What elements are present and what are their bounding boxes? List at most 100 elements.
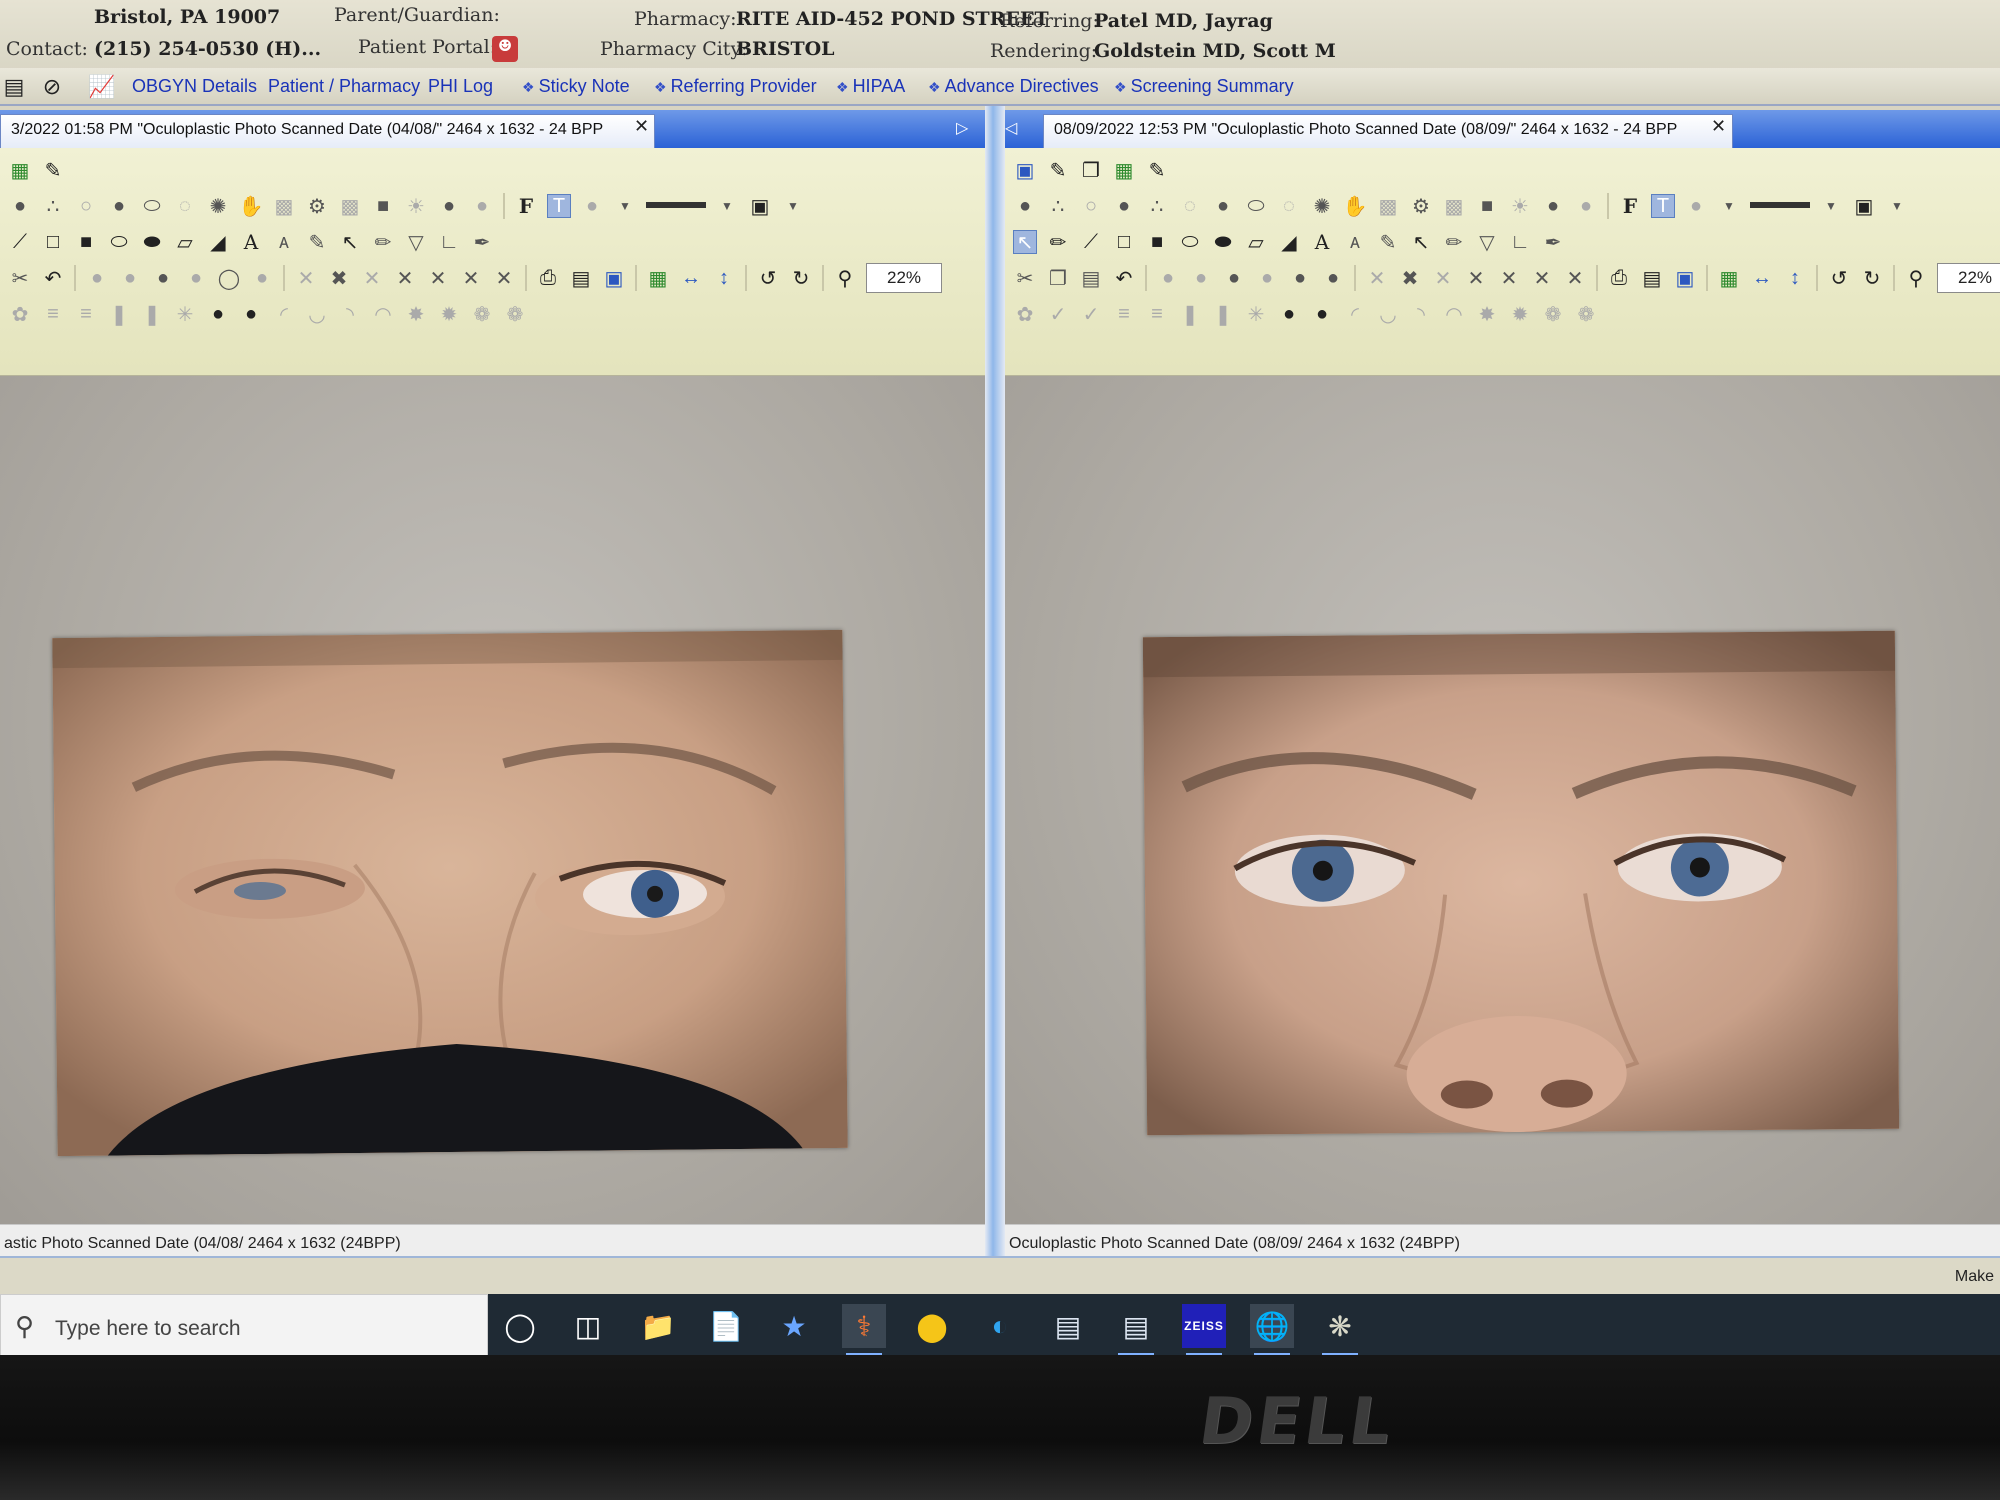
gear-icon[interactable]: ⚙ bbox=[305, 194, 329, 218]
window-app-icon[interactable]: ▤ bbox=[1114, 1304, 1158, 1355]
copy-icon[interactable]: ❐ bbox=[1079, 158, 1103, 182]
feather-icon[interactable]: ❁ bbox=[470, 302, 494, 326]
fill-icon[interactable]: ■ bbox=[1475, 194, 1499, 218]
pen-icon[interactable]: ✒ bbox=[470, 230, 494, 254]
contrast-icon[interactable]: ● bbox=[1189, 266, 1213, 290]
blur-icon[interactable]: ○ bbox=[74, 194, 98, 218]
feather-icon[interactable]: ❁ bbox=[503, 302, 527, 326]
circle-icon[interactable]: ● bbox=[1112, 194, 1136, 218]
contrast-icon[interactable]: ● bbox=[118, 266, 142, 290]
hand-icon[interactable]: ✋ bbox=[1343, 194, 1368, 218]
hue-icon[interactable]: ● bbox=[184, 266, 208, 290]
pen-icon[interactable]: ✒ bbox=[1541, 230, 1565, 254]
oval-icon[interactable]: ⬭ bbox=[1244, 194, 1268, 218]
rotate-left-icon[interactable]: ↺ bbox=[1827, 266, 1851, 290]
close-icon[interactable]: ✕ bbox=[294, 266, 318, 290]
open-image-icon[interactable]: ▣ bbox=[1013, 158, 1037, 182]
arc-icon[interactable]: ◡ bbox=[305, 302, 329, 326]
text-outline-icon[interactable]: ᴀ bbox=[272, 230, 296, 254]
polygon-icon[interactable]: ▱ bbox=[173, 230, 197, 254]
patient-portal-icon[interactable]: ☻ bbox=[492, 36, 518, 62]
make-label[interactable]: Make bbox=[1955, 1268, 1994, 1286]
fit-icon[interactable]: ▦ bbox=[646, 266, 670, 290]
fit-width-icon[interactable]: ↔ bbox=[1750, 266, 1774, 290]
close-icon[interactable]: ✖ bbox=[1398, 266, 1422, 290]
rotate-right-icon[interactable]: ↻ bbox=[1860, 266, 1884, 290]
save-icon[interactable]: ▣ bbox=[602, 266, 626, 290]
light-icon[interactable]: ● bbox=[470, 194, 494, 218]
font-icon[interactable]: F bbox=[514, 194, 538, 218]
star-app-icon[interactable]: ★ bbox=[772, 1304, 816, 1348]
noise-icon[interactable]: ▩ bbox=[1442, 194, 1466, 218]
rotate-left-icon[interactable]: ↺ bbox=[756, 266, 780, 290]
rotate-right-icon[interactable]: ↻ bbox=[789, 266, 813, 290]
dot-icon[interactable]: ● bbox=[239, 302, 263, 326]
pane-splitter[interactable] bbox=[985, 106, 1005, 1266]
close-icon[interactable]: ✕ bbox=[634, 116, 649, 137]
filled-ellipse-icon[interactable]: ⬬ bbox=[140, 230, 164, 254]
color-dot-icon[interactable]: ● bbox=[1684, 194, 1708, 218]
paste-icon[interactable]: ▤ bbox=[1079, 266, 1103, 290]
dots-icon[interactable]: ∴ bbox=[41, 194, 65, 218]
noise-icon[interactable]: ▩ bbox=[338, 194, 362, 218]
stamp-icon[interactable]: ● bbox=[1013, 194, 1037, 218]
chevron-down-icon[interactable]: ▼ bbox=[613, 194, 637, 218]
close-icon[interactable]: ✕ bbox=[1563, 266, 1587, 290]
funnel-icon[interactable]: ▽ bbox=[1475, 230, 1499, 254]
gamma-icon[interactable]: ● bbox=[151, 266, 175, 290]
filled-ellipse-icon[interactable]: ⬬ bbox=[1211, 230, 1235, 254]
highlight-icon[interactable]: ✎ bbox=[305, 230, 329, 254]
task-view-icon[interactable]: ◫ bbox=[566, 1304, 610, 1348]
arc-icon[interactable]: ◠ bbox=[371, 302, 395, 326]
right-image-canvas[interactable] bbox=[1005, 376, 2000, 1236]
align-center-icon[interactable]: ≡ bbox=[1145, 302, 1169, 326]
saturation-icon[interactable]: ● bbox=[1288, 266, 1312, 290]
chevron-down-icon[interactable]: ▼ bbox=[715, 194, 739, 218]
text-color-icon[interactable]: T bbox=[547, 194, 571, 218]
texture-icon[interactable]: ✺ bbox=[1310, 194, 1334, 218]
zoom-out-icon[interactable]: ⚲ bbox=[833, 266, 857, 290]
dot-icon[interactable]: ● bbox=[437, 194, 461, 218]
save-icon[interactable]: ▣ bbox=[1673, 266, 1697, 290]
highlight-icon[interactable]: ✎ bbox=[1376, 230, 1400, 254]
eraser-icon[interactable]: ✎ bbox=[41, 158, 65, 182]
blur-icon[interactable]: ○ bbox=[1079, 194, 1103, 218]
fill-icon[interactable]: ■ bbox=[371, 194, 395, 218]
chevron-down-icon[interactable]: ▼ bbox=[781, 194, 805, 218]
grid-icon[interactable]: ▩ bbox=[272, 194, 296, 218]
sparkle-icon[interactable]: ✳ bbox=[1244, 302, 1268, 326]
angle-icon[interactable]: ∟ bbox=[1508, 230, 1532, 254]
dot-icon[interactable]: ● bbox=[1541, 194, 1565, 218]
close-icon[interactable]: ✖ bbox=[327, 266, 351, 290]
zoom-level-field[interactable]: 22% bbox=[866, 263, 942, 293]
menu-icon[interactable]: ▤ bbox=[0, 73, 28, 101]
close-icon[interactable]: ✕ bbox=[1365, 266, 1389, 290]
zoom-level-field[interactable]: 22% bbox=[1937, 263, 2000, 293]
undo-icon[interactable]: ↶ bbox=[41, 266, 65, 290]
file-explorer-icon[interactable]: 📁 bbox=[636, 1304, 680, 1348]
cut-icon[interactable]: ✂ bbox=[8, 266, 32, 290]
scroll-right-icon[interactable]: ▷ bbox=[956, 118, 968, 138]
arc-icon[interactable]: ◝ bbox=[1409, 302, 1433, 326]
align-center-icon[interactable]: ≡ bbox=[74, 302, 98, 326]
fit-height-icon[interactable]: ↕ bbox=[712, 266, 736, 290]
scroll-left-icon[interactable]: ◁ bbox=[1005, 118, 1017, 138]
close-icon[interactable]: ✕ bbox=[426, 266, 450, 290]
sun-icon[interactable]: ☀ bbox=[404, 194, 428, 218]
arc-icon[interactable]: ◝ bbox=[338, 302, 362, 326]
saturation-icon[interactable]: ◯ bbox=[217, 266, 241, 290]
layers-icon[interactable]: ▦ bbox=[8, 158, 32, 182]
dot-icon[interactable]: ● bbox=[1310, 302, 1334, 326]
light-icon[interactable]: ● bbox=[1574, 194, 1598, 218]
close-icon[interactable]: ✕ bbox=[1711, 116, 1726, 137]
feather-icon[interactable]: ❁ bbox=[1574, 302, 1598, 326]
sharpen-icon[interactable]: ● bbox=[1321, 266, 1345, 290]
align-left-icon[interactable]: ≡ bbox=[1112, 302, 1136, 326]
circle-icon[interactable]: ● bbox=[1211, 194, 1235, 218]
font-icon[interactable]: F bbox=[1618, 194, 1642, 218]
hue-icon[interactable]: ● bbox=[1255, 266, 1279, 290]
arc-icon[interactable]: ◡ bbox=[1376, 302, 1400, 326]
medical-app-icon[interactable]: ⚕ bbox=[842, 1304, 886, 1355]
stamp-icon[interactable]: ● bbox=[8, 194, 32, 218]
line-width-dropdown[interactable] bbox=[1750, 202, 1810, 216]
